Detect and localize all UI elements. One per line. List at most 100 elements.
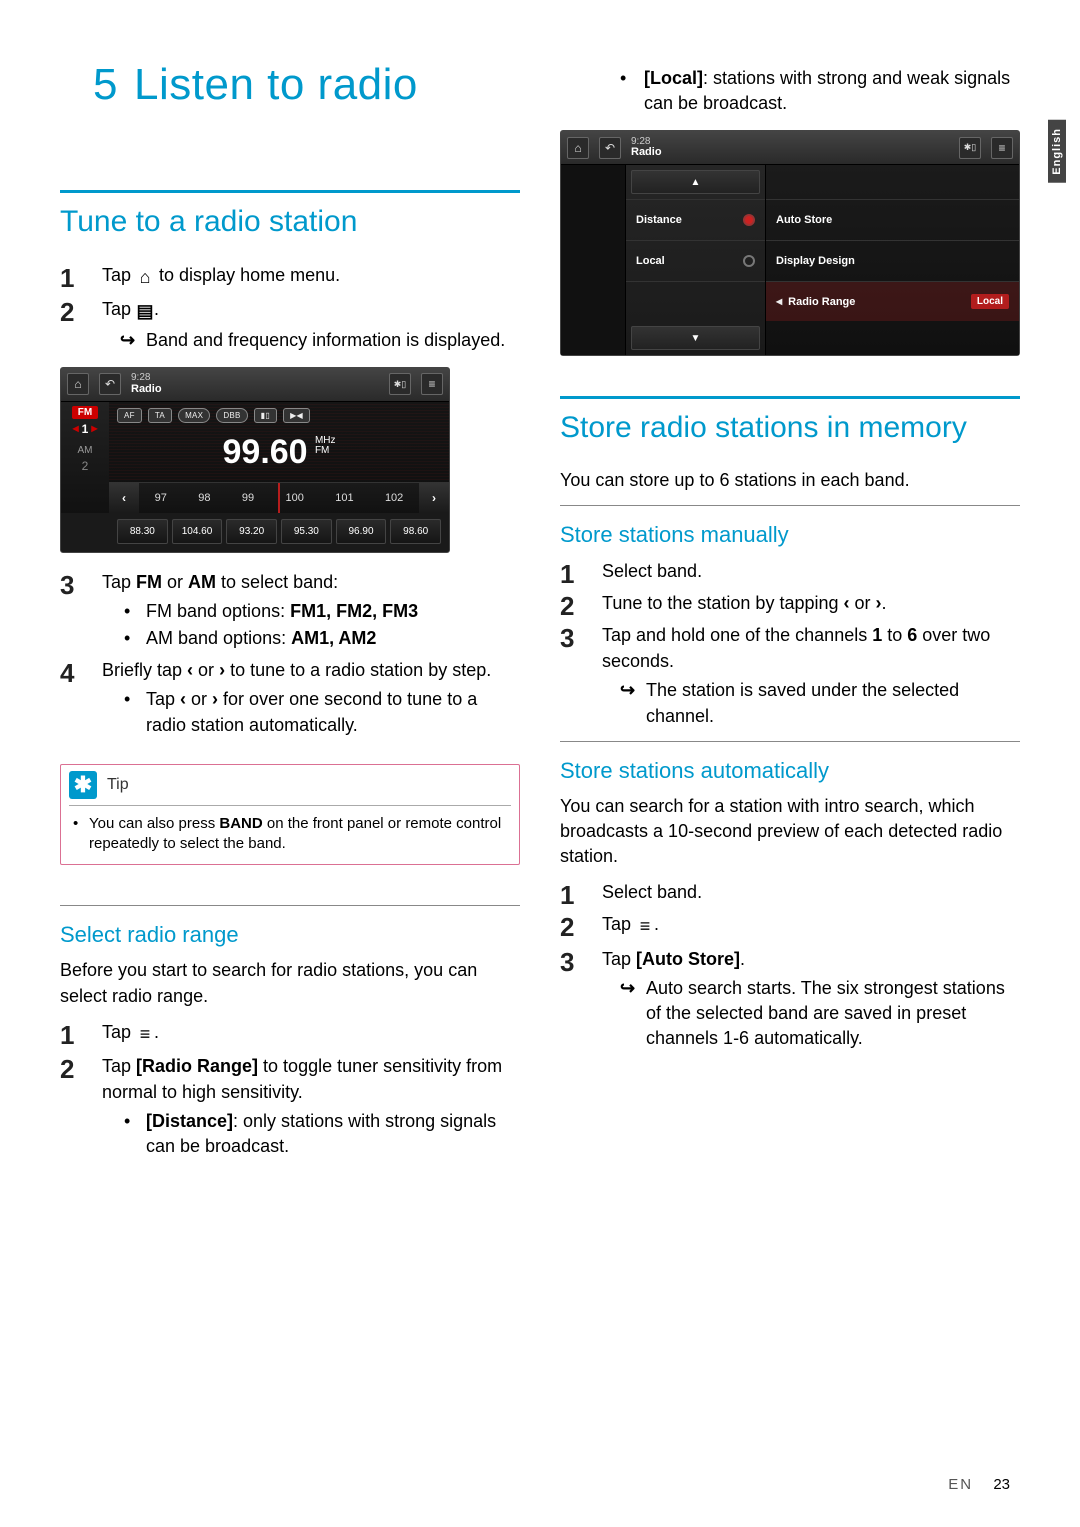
radio-on-icon xyxy=(743,214,755,226)
screenshot-titlebar: ⌂ ↶ 9:28 Radio ✱▯ ≡ xyxy=(61,368,449,402)
frequency-value: 99.60 xyxy=(223,433,308,472)
scroll-down-icon: ▼ xyxy=(631,326,760,350)
footer-lang: EN xyxy=(948,1476,973,1493)
badge-af: AF xyxy=(117,408,142,423)
badge-max: MAX xyxy=(178,408,210,423)
am-label: AM xyxy=(78,445,93,456)
store-manually-title: Store stations manually xyxy=(560,522,1020,548)
store-stations-title: Store radio stations in memory xyxy=(560,411,1020,446)
step-4: Briefly tap ‹ or › to tune to a radio st… xyxy=(60,657,520,737)
screenshot-titlebar: ⌂ ↶ 9:28 Radio ✱▯ ≡ xyxy=(561,131,1019,165)
page-footer: EN 23 xyxy=(948,1476,1010,1493)
back-icon: ↶ xyxy=(99,373,121,395)
local-bullet: [Local]: stations with strong and weak s… xyxy=(620,66,1020,116)
step-3-sub1: FM band options: FM1, FM2, FM3 xyxy=(102,599,520,624)
sub-divider xyxy=(560,741,1020,742)
bt-icon: ✱▯ xyxy=(959,137,981,159)
range-options-panel: ▲ Distance Local ▼ xyxy=(625,165,765,355)
footer-page-number: 23 xyxy=(993,1476,1010,1493)
manual-step-1: Select band. xyxy=(560,558,1020,584)
store-intro: You can store up to 6 stations in each b… xyxy=(560,468,1020,493)
home-icon: ⌂ xyxy=(567,137,589,159)
frequency-dial: ‹ 97 98 99 100 101 102 › xyxy=(109,482,449,513)
step-3: Tap FM or AM to select band: FM band opt… xyxy=(60,569,520,651)
badge-ta: TA xyxy=(148,408,172,423)
preset-3: 93.20 xyxy=(226,519,277,544)
radio-range-steps: Tap ≡. Tap [Radio Range] to toggle tuner… xyxy=(60,1019,520,1160)
screenshot-time: 9:28 xyxy=(631,137,949,148)
badge-dbb: DBB xyxy=(216,408,247,423)
auto-intro: You can search for a station with intro … xyxy=(560,794,1020,870)
band-selector: FM ◀1▶ AM 2 xyxy=(61,402,109,513)
menu-icon: ≡ xyxy=(991,137,1013,159)
auto-step-3-result: Auto search starts. The six strongest st… xyxy=(602,976,1020,1052)
sub-divider xyxy=(560,505,1020,506)
section-divider xyxy=(60,190,520,193)
tip-box: ✱ Tip You can also press BAND on the fro… xyxy=(60,764,520,866)
menu-display-design: Display Design xyxy=(766,240,1019,281)
section-tune-title: Tune to a radio station xyxy=(60,205,520,240)
settings-panel: ▲ Auto Store Display Design ◀ Radio Rang… xyxy=(765,165,1019,355)
select-radio-range-title: Select radio range xyxy=(60,922,520,948)
preset-2: 104.60 xyxy=(172,519,223,544)
preset-1: 88.30 xyxy=(117,519,168,544)
radio-off-icon xyxy=(743,255,755,267)
manual-steps: Select band. Tune to the station by tapp… xyxy=(560,558,1020,729)
radio-menu-screenshot: ⌂ ↶ 9:28 Radio ✱▯ ≡ ▲ Distance xyxy=(560,130,1020,356)
step-2-result: Band and frequency information is displa… xyxy=(102,328,520,353)
preset-row: 88.30 104.60 93.20 95.30 96.90 98.60 xyxy=(61,513,449,552)
badge-eq: ▮▯ xyxy=(254,408,277,423)
step-4-sub: Tap ‹ or › for over one second to tune t… xyxy=(102,687,520,737)
radio-icon: ▤ xyxy=(136,298,154,324)
section-divider xyxy=(560,396,1020,399)
tip-icon: ✱ xyxy=(69,771,97,799)
screenshot-time: 9:28 xyxy=(131,373,379,384)
screenshot-title: Radio xyxy=(131,384,379,396)
radio-tuner-screenshot: ⌂ ↶ 9:28 Radio ✱▯ ≡ FM ◀1▶ AM 2 AF xyxy=(60,367,450,553)
screenshot-title: Radio xyxy=(631,147,949,159)
chapter-title: 5 Listen to radio xyxy=(60,60,520,110)
dial-left-icon: ‹ xyxy=(109,483,139,513)
manual-step-3-result: The station is saved under the selected … xyxy=(602,678,1020,728)
preset-5: 96.90 xyxy=(336,519,387,544)
back-icon: ↶ xyxy=(599,137,621,159)
sub-divider xyxy=(60,905,520,906)
menu-radio-range: ◀ Radio Range Local xyxy=(766,281,1019,322)
tune-steps: Tap ⌂ to display home menu. Tap ▤. Band … xyxy=(60,262,520,353)
tip-label: Tip xyxy=(107,776,129,794)
auto-step-3: Tap [Auto Store]. Auto search starts. Th… xyxy=(560,946,1020,1052)
preset-6: 98.60 xyxy=(390,519,441,544)
preset-4: 95.30 xyxy=(281,519,332,544)
step-1: Tap ⌂ to display home menu. xyxy=(60,262,520,290)
home-icon: ⌂ xyxy=(136,264,154,290)
right-column: [Local]: stations with strong and weak s… xyxy=(560,60,1020,1165)
left-column: 5 Listen to radio Tune to a radio station… xyxy=(60,60,520,1165)
frequency-display: 99.60 MHz FM xyxy=(109,429,449,482)
store-auto-title: Store stations automatically xyxy=(560,758,1020,784)
am-preset-number: 2 xyxy=(82,459,89,473)
range-step-2: Tap [Radio Range] to toggle tuner sensit… xyxy=(60,1053,520,1160)
manual-step-2: Tune to the station by tapping ‹ or ›. xyxy=(560,590,1020,616)
menu-icon: ≡ xyxy=(136,1021,154,1047)
step-2: Tap ▤. Band and frequency information is… xyxy=(60,296,520,353)
radio-range-value: Local xyxy=(971,294,1009,309)
caret-left-icon: ◀ xyxy=(776,297,782,306)
range-step-1: Tap ≡. xyxy=(60,1019,520,1047)
option-distance: Distance xyxy=(626,199,765,240)
frequency-unit-fm: FM xyxy=(315,446,336,456)
scroll-up-icon: ▲ xyxy=(631,170,760,194)
tune-steps-cont: Tap FM or AM to select band: FM band opt… xyxy=(60,569,520,738)
step-3-sub2: AM band options: AM1, AM2 xyxy=(102,626,520,651)
manual-step-3: Tap and hold one of the channels 1 to 6 … xyxy=(560,622,1020,729)
menu-auto-store: Auto Store xyxy=(766,199,1019,240)
menu-icon: ≡ xyxy=(636,913,654,939)
auto-step-2: Tap ≡. xyxy=(560,911,1020,939)
fm-badge: FM xyxy=(72,406,98,419)
chapter-name: Listen to radio xyxy=(134,60,418,109)
dial-right-icon: › xyxy=(419,483,449,513)
auto-step-1: Select band. xyxy=(560,879,1020,905)
bt-icon: ✱▯ xyxy=(389,373,411,395)
radio-option-badges: AF TA MAX DBB ▮▯ ▶◀ xyxy=(109,402,449,429)
chapter-number: 5 xyxy=(60,60,118,110)
side-language-tab: English xyxy=(1048,120,1066,183)
